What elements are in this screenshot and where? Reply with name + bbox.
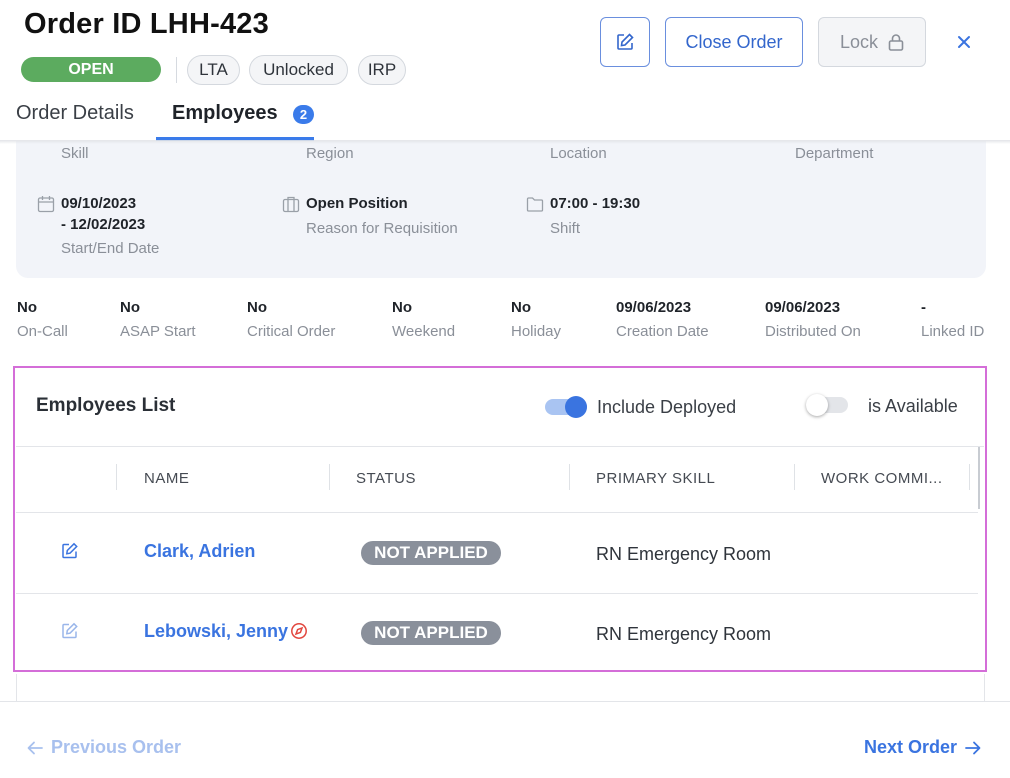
close-icon[interactable] — [946, 24, 982, 60]
arrow-left-icon — [27, 741, 43, 754]
linked-id-label: Linked ID — [921, 323, 985, 340]
tag-unlocked: Unlocked — [249, 55, 348, 85]
weekend-value: No — [392, 299, 412, 316]
employees-list-title: Employees List — [36, 395, 176, 416]
compass-icon — [291, 623, 307, 639]
next-order-button[interactable]: Next Order — [864, 737, 981, 758]
briefcase-icon — [282, 196, 300, 213]
asap-start-value: No — [120, 299, 140, 316]
previous-order-label: Previous Order — [51, 737, 182, 757]
employee-status-badge: NOT APPLIED — [361, 541, 501, 565]
calendar-icon — [37, 196, 55, 213]
column-header-work-commitment[interactable]: WORK COMMI... — [821, 470, 943, 487]
start-date-value: 09/10/2023 — [61, 195, 137, 212]
on-call-value: No — [17, 299, 37, 316]
shift-label: Shift — [550, 220, 581, 237]
on-call-label: On-Call — [17, 323, 68, 340]
is-available-toggle[interactable] — [806, 394, 848, 416]
column-separator — [116, 464, 117, 490]
employee-name-link[interactable]: Lebowski, Jenny — [144, 621, 288, 642]
panel-left-edge — [16, 674, 17, 702]
include-deployed-toggle[interactable] — [545, 396, 587, 418]
close-order-button[interactable]: Close Order — [665, 17, 803, 67]
edit-order-button[interactable] — [600, 17, 650, 67]
pencil-icon — [617, 33, 634, 50]
arrow-right-icon — [965, 741, 981, 754]
toggle-knob — [806, 394, 828, 416]
critical-order-value: No — [247, 299, 267, 316]
next-order-label: Next Order — [864, 737, 958, 757]
location-label: Location — [550, 145, 607, 162]
creation-date-label: Creation Date — [616, 323, 709, 340]
employee-status-badge: NOT APPLIED — [361, 621, 501, 645]
shift-value: 07:00 - 19:30 — [550, 195, 641, 212]
column-header-name[interactable]: NAME — [144, 470, 189, 487]
column-separator — [794, 464, 795, 490]
lock-button[interactable]: Lock — [818, 17, 926, 67]
row-divider — [16, 593, 978, 594]
column-header-primary-skill[interactable]: PRIMARY SKILL — [596, 470, 715, 487]
lock-icon — [888, 34, 904, 51]
skill-label: Skill — [61, 145, 89, 162]
region-label: Region — [306, 145, 354, 162]
creation-date-value: 09/06/2023 — [616, 299, 692, 316]
reason-value: Open Position — [306, 195, 408, 212]
start-end-date-label: Start/End Date — [61, 240, 160, 257]
row-divider — [16, 512, 978, 513]
tag-divider — [176, 57, 177, 83]
edit-row-icon[interactable] — [61, 622, 79, 640]
column-header-status[interactable]: STATUS — [356, 470, 416, 487]
lock-label: Lock — [839, 31, 879, 52]
include-deployed-label: Include Deployed — [597, 397, 737, 417]
previous-order-button[interactable]: Previous Order — [27, 737, 181, 758]
employees-count-badge: 2 — [293, 105, 314, 124]
employee-primary-skill: RN Emergency Room — [596, 544, 772, 564]
tabs-shadow — [0, 140, 1010, 144]
asap-start-label: ASAP Start — [120, 323, 196, 340]
close-order-label: Close Order — [685, 31, 783, 52]
employee-primary-skill: RN Emergency Room — [596, 624, 772, 644]
toggle-knob — [565, 396, 587, 418]
column-separator — [969, 464, 970, 490]
holiday-value: No — [511, 299, 531, 316]
edit-row-icon[interactable] — [61, 542, 79, 560]
column-separator — [569, 464, 570, 490]
tab-employees[interactable]: Employees — [172, 102, 278, 125]
grid-scrollbar[interactable] — [978, 447, 980, 509]
tag-irp: IRP — [358, 55, 406, 85]
folder-icon — [526, 197, 544, 212]
critical-order-label: Critical Order — [247, 323, 336, 340]
distributed-on-label: Distributed On — [765, 323, 861, 340]
distributed-on-value: 09/06/2023 — [765, 299, 841, 316]
reason-label: Reason for Requisition — [306, 220, 458, 237]
weekend-label: Weekend — [392, 323, 456, 340]
holiday-label: Holiday — [511, 323, 562, 340]
department-label: Department — [795, 145, 874, 162]
footer-divider — [0, 701, 1010, 702]
linked-id-value: - — [921, 299, 926, 316]
grid-header-top-border — [16, 446, 984, 447]
end-date-value: - 12/02/2023 — [61, 216, 146, 233]
is-available-label: is Available — [868, 396, 958, 416]
panel-right-edge — [984, 674, 985, 702]
tag-lta: LTA — [187, 55, 240, 85]
tab-order-details[interactable]: Order Details — [16, 102, 134, 125]
order-status-badge: OPEN — [21, 57, 161, 82]
employee-name-link[interactable]: Clark, Adrien — [144, 541, 255, 562]
order-title: Order ID LHH-423 — [24, 8, 269, 40]
column-separator — [329, 464, 330, 490]
